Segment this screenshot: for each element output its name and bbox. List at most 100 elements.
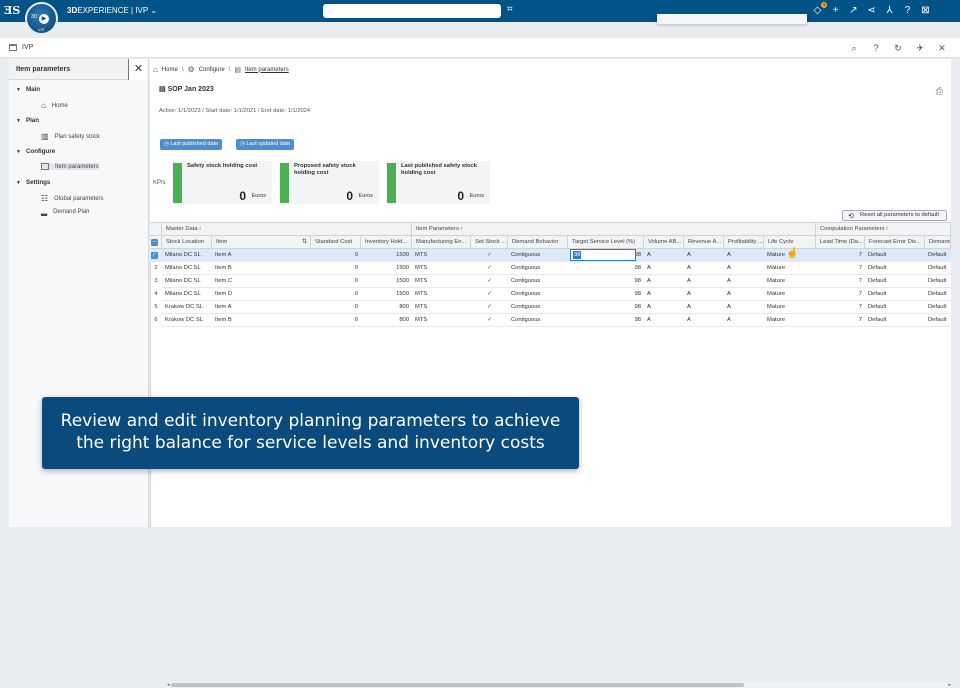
home-icon[interactable]: ⌂ (153, 65, 158, 74)
cell-tsl[interactable]: 98 (568, 275, 644, 288)
cell-life[interactable]: Mature (764, 262, 816, 275)
cell-fed[interactable]: Default (865, 301, 925, 314)
share-icon[interactable]: ↗ (848, 3, 859, 19)
cell-prof[interactable]: A (724, 262, 764, 275)
cell-vol[interactable]: A (644, 249, 684, 262)
help-icon[interactable]: ? (870, 42, 882, 54)
col-revenue-abc[interactable]: Revenue A... (684, 236, 724, 249)
cell-rev[interactable]: A (684, 249, 724, 262)
cell-mfg[interactable]: MTS (412, 262, 471, 275)
refresh-icon[interactable]: ↻ (892, 42, 904, 54)
cell-vol[interactable]: A (644, 301, 684, 314)
cell-mfg[interactable]: MTS (412, 314, 471, 327)
cell-rev[interactable]: A (684, 275, 724, 288)
nav-section-main[interactable]: ▼ Main (16, 86, 40, 93)
cell-set[interactable]: ✓ (471, 301, 508, 314)
cell-life[interactable]: Mature (764, 275, 816, 288)
col-standard-cost[interactable]: Standard Cost (311, 236, 361, 249)
reset-parameters-button[interactable]: ⟲ Reset all parameters to default (842, 210, 947, 221)
cell-lead[interactable]: 7 (816, 249, 865, 262)
cell-hold[interactable]: 1500 (361, 275, 412, 288)
cell-hold[interactable]: 800 (361, 301, 412, 314)
scroll-right-icon[interactable]: ▸ (948, 682, 951, 688)
cell-mfg[interactable]: MTS (412, 288, 471, 301)
cell-cost[interactable]: 0 (311, 301, 361, 314)
cell-demand[interactable]: Contiguous (508, 249, 568, 262)
col-demand-behavior[interactable]: Demand Behavior (508, 236, 568, 249)
close-sidebar-button[interactable]: ✕ (128, 59, 148, 80)
cell-dem[interactable]: Default (925, 262, 951, 275)
compass-button[interactable]: 3D ▶ V,R (25, 2, 58, 35)
sidebar-item-plan-safety-stock[interactable]: ▥ Plan safety stock (41, 132, 100, 141)
pin-icon[interactable]: ✈ (914, 42, 926, 54)
cell-fed[interactable]: Default (865, 288, 925, 301)
cell-tsl[interactable]: 98 (568, 288, 644, 301)
search-input[interactable] (323, 4, 501, 18)
sort-icon[interactable]: ⇅ (302, 236, 307, 248)
cell-cost[interactable]: 0 (311, 314, 361, 327)
breadcrumb-current[interactable]: Item parameters (245, 67, 289, 73)
cell-hold[interactable]: 1500 (361, 249, 412, 262)
select-all-checkbox[interactable]: − (150, 236, 162, 249)
cell-prof[interactable]: A (724, 301, 764, 314)
cell-mfg[interactable]: MTS (412, 301, 471, 314)
cell-vol[interactable]: A (644, 262, 684, 275)
play-icon[interactable]: ▶ (39, 14, 49, 24)
row-checkbox[interactable]: ✓ (151, 252, 158, 259)
cell-demand[interactable]: Contiguous (508, 301, 568, 314)
col-set-stock[interactable]: Set Stock ... (471, 236, 508, 249)
cell-vol[interactable]: A (644, 288, 684, 301)
cell-fed[interactable]: Default (865, 262, 925, 275)
scroll-left-icon[interactable]: ◂ (167, 682, 170, 688)
cell-lead[interactable]: 7 (816, 314, 865, 327)
cell-mfg[interactable]: MTS (412, 249, 471, 262)
cell-rev[interactable]: A (684, 314, 724, 327)
cell-lead[interactable]: 7 (816, 301, 865, 314)
breadcrumb-home[interactable]: Home (162, 67, 178, 73)
cell-prof[interactable]: A (724, 249, 764, 262)
cell-rev[interactable]: A (684, 301, 724, 314)
cell-dem[interactable]: Default (925, 288, 951, 301)
cell-dem[interactable]: Default (925, 301, 951, 314)
breadcrumb-configure[interactable]: Configure (199, 67, 225, 73)
cell-cost[interactable]: 0 (311, 288, 361, 301)
cell-set[interactable]: ✓ (471, 275, 508, 288)
nav-section-settings[interactable]: ▼ Settings (16, 179, 50, 186)
col-stock-location[interactable]: Stock Location (162, 236, 212, 249)
cell-life[interactable]: Mature (764, 314, 816, 327)
cell-demand[interactable]: Contiguous (508, 288, 568, 301)
cell-lead[interactable]: 7 (816, 262, 865, 275)
add-icon[interactable]: + (830, 3, 841, 19)
cell-set[interactable]: ✓ (471, 288, 508, 301)
sidebar-item-home[interactable]: ⌂ Home (41, 101, 68, 110)
cell-lead[interactable]: 7 (816, 275, 865, 288)
last-published-date-button[interactable]: ◷ Last published date (160, 139, 223, 150)
sidebar-item-item-parameters[interactable]: Item parameters (41, 163, 99, 170)
cell-lead[interactable]: 7 (816, 288, 865, 301)
cell-mfg[interactable]: MTS (412, 275, 471, 288)
cell-prof[interactable]: A (724, 275, 764, 288)
cell-cost[interactable]: 0 (311, 249, 361, 262)
cell-rev[interactable]: A (684, 288, 724, 301)
cell-tsl[interactable]: 98 (568, 301, 644, 314)
tag-icon[interactable]: ⌗ (507, 4, 513, 15)
apps-icon[interactable]: ⊠ (920, 3, 931, 19)
cell-prof[interactable]: A (724, 314, 764, 327)
horizontal-scrollbar[interactable]: ◂ ▸ (167, 682, 951, 688)
cell-tsl[interactable]: 98 (568, 314, 644, 327)
col-volume-abc[interactable]: Volume AB... (644, 236, 684, 249)
col-inventory-holding[interactable]: Inventory Hold... (361, 236, 412, 249)
close-icon[interactable]: ✕ (936, 42, 948, 54)
cell-demand[interactable]: Contiguous (508, 275, 568, 288)
help-icon[interactable]: ? (902, 3, 913, 19)
search-icon[interactable]: ⌕ (848, 42, 860, 54)
sidebar-item-demand-plan[interactable]: ▂ Demand Plan (41, 207, 90, 216)
col-forecast-error[interactable]: Forecast Error Dis... (865, 236, 925, 249)
network-icon[interactable]: ⋖ (866, 3, 877, 19)
nav-section-configure[interactable]: ▼ Configure (16, 148, 55, 155)
cell-cost[interactable]: 0 (311, 275, 361, 288)
group-header-item-parameters[interactable]: Item Parameters ‹ (412, 223, 816, 236)
cell-cost[interactable]: 0 (311, 262, 361, 275)
cell-fed[interactable]: Default (865, 314, 925, 327)
cell-set[interactable]: ✓ (471, 314, 508, 327)
